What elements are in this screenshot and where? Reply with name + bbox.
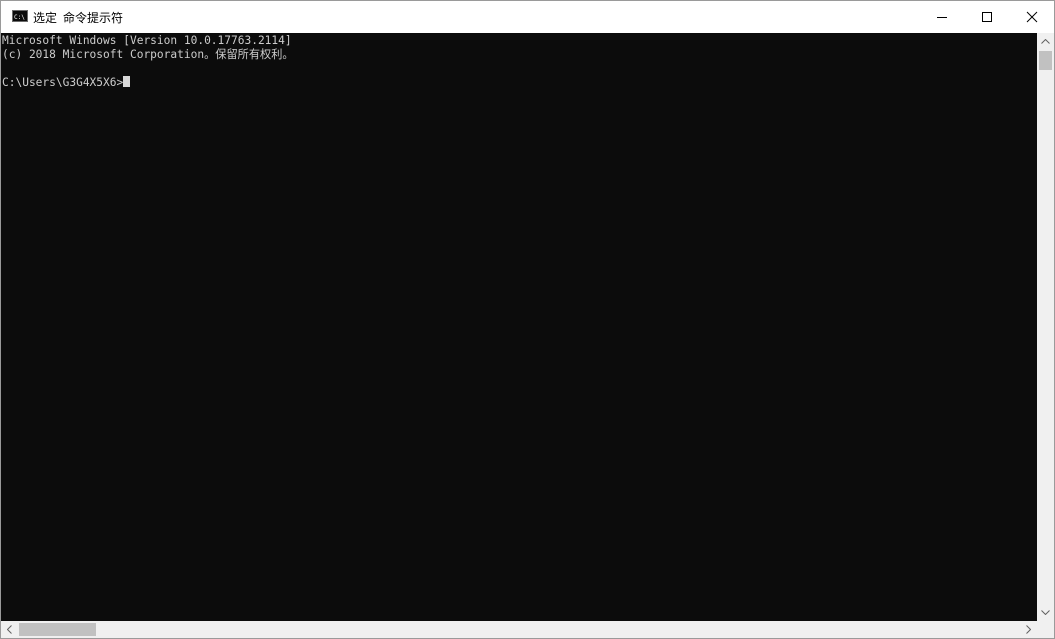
title-bar[interactable]: C:\ 选定 命令提示符	[1, 1, 1054, 33]
svg-text:C:\: C:\	[14, 14, 25, 21]
scroll-down-button[interactable]	[1037, 604, 1054, 621]
scrollbar-corner	[1037, 621, 1054, 638]
maximize-button[interactable]	[964, 1, 1010, 33]
vertical-scrollbar[interactable]	[1037, 33, 1054, 621]
console-app-icon: C:\	[12, 10, 28, 22]
text-cursor	[123, 76, 131, 87]
maximize-icon	[982, 12, 992, 22]
close-icon	[1026, 11, 1038, 23]
cmd-window: C:\ 选定 命令提示符 Microsoft Windows [Version 1…	[0, 0, 1055, 639]
chevron-left-icon	[7, 625, 12, 634]
minimize-button[interactable]	[919, 1, 965, 33]
chevron-down-icon	[1041, 610, 1050, 615]
vertical-scroll-thumb[interactable]	[1039, 51, 1052, 70]
title-mode-label: 选定	[33, 11, 58, 25]
window-title: 选定 命令提示符	[33, 9, 129, 26]
horizontal-scroll-thumb[interactable]	[19, 623, 96, 636]
scroll-right-button[interactable]	[1020, 621, 1037, 638]
console-prompt-line[interactable]: C:\Users\G3G4X5X6>	[2, 76, 131, 90]
console-line: (c) 2018 Microsoft Corporation。保留所有权利。	[2, 48, 294, 61]
console-output[interactable]: Microsoft Windows [Version 10.0.17763.21…	[1, 33, 1037, 621]
scroll-left-button[interactable]	[1, 621, 18, 638]
title-label: 命令提示符	[63, 11, 124, 25]
minimize-icon	[937, 17, 947, 18]
horizontal-scrollbar[interactable]	[1, 621, 1037, 638]
chevron-up-icon	[1041, 39, 1050, 44]
chevron-right-icon	[1026, 625, 1031, 634]
close-button[interactable]	[1009, 1, 1055, 33]
scroll-up-button[interactable]	[1037, 33, 1054, 50]
console-line: Microsoft Windows [Version 10.0.17763.21…	[2, 34, 292, 47]
console-prompt: C:\Users\G3G4X5X6>	[2, 76, 124, 89]
